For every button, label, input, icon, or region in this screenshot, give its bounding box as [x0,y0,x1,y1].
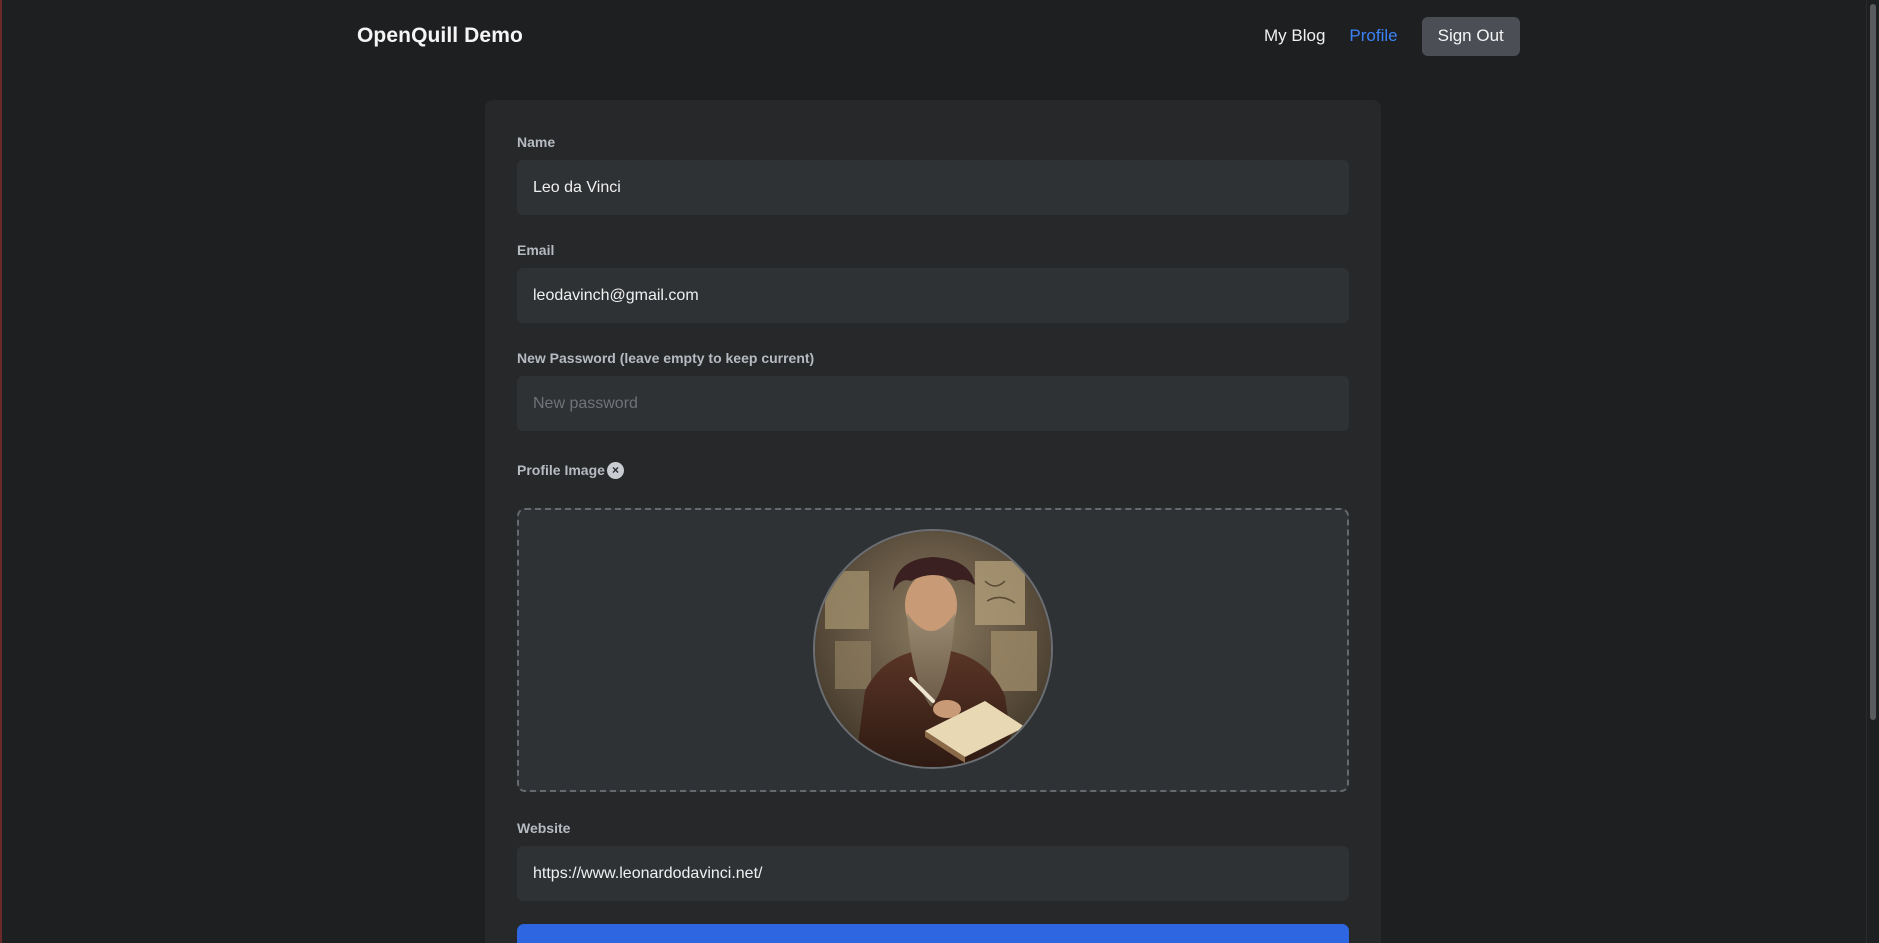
email-input[interactable] [517,268,1349,323]
name-label: Name [517,134,556,150]
name-input[interactable] [517,160,1349,215]
top-navbar: OpenQuill Demo My Blog Profile Sign Out [0,0,1866,72]
vertical-scrollbar[interactable] [1866,0,1879,943]
profile-image-dropzone[interactable] [517,508,1349,792]
website-input[interactable] [517,846,1349,901]
brand-title[interactable]: OpenQuill Demo [357,24,523,48]
page: OpenQuill Demo My Blog Profile Sign Out … [0,0,1879,943]
window-edge [0,0,2,943]
password-label: New Password (leave empty to keep curren… [517,350,815,366]
profile-image-label: Profile Image [517,462,605,478]
save-profile-button[interactable] [517,924,1349,943]
email-label: Email [517,242,555,258]
new-password-input[interactable] [517,376,1349,431]
website-label: Website [517,820,571,836]
scrollbar-thumb[interactable] [1870,4,1876,720]
nav-profile-link[interactable]: Profile [1349,26,1397,46]
nav-my-blog-link[interactable]: My Blog [1264,26,1325,46]
main-nav: My Blog Profile Sign Out [1264,16,1520,56]
remove-image-icon[interactable]: × [607,462,624,479]
avatar-portrait-icon [815,531,1051,767]
profile-form-card: Name Email New Password (leave empty to … [485,100,1381,943]
profile-avatar-image [813,529,1053,769]
sign-out-button[interactable]: Sign Out [1421,16,1520,56]
